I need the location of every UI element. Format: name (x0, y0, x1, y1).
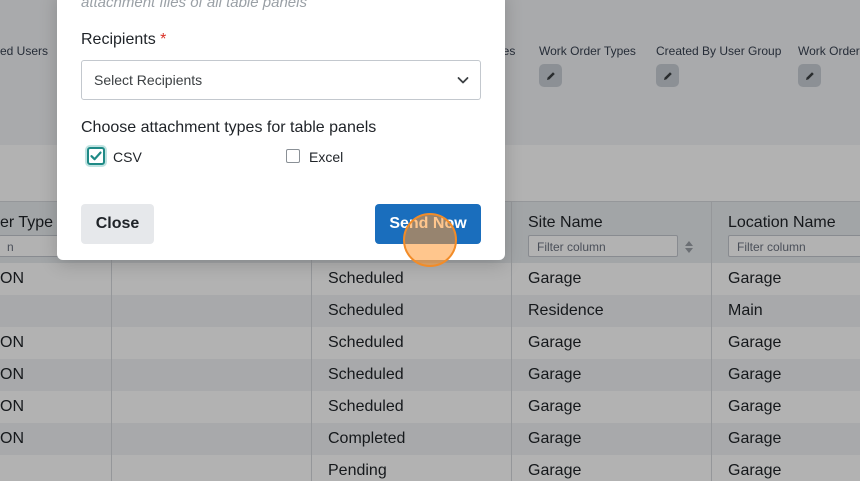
dialog-subtitle: attachment files of all table panels (81, 0, 307, 11)
recipients-label-text: Recipients (81, 31, 156, 48)
recipients-label: Recipients * (81, 31, 166, 49)
csv-option-label[interactable]: CSV (113, 149, 142, 165)
close-button[interactable]: Close (81, 204, 154, 244)
csv-checkbox[interactable] (87, 147, 105, 165)
attachment-types-label: Choose attachment types for table panels (81, 119, 377, 136)
chevron-down-icon (457, 77, 469, 84)
required-mark: * (160, 31, 167, 48)
excel-checkbox[interactable] (286, 149, 300, 163)
recipients-placeholder: Select Recipients (94, 72, 203, 88)
excel-option-label[interactable]: Excel (309, 149, 343, 165)
click-indicator (403, 213, 457, 267)
checkmark-icon (90, 151, 102, 161)
recipients-select[interactable]: Select Recipients (81, 60, 481, 100)
